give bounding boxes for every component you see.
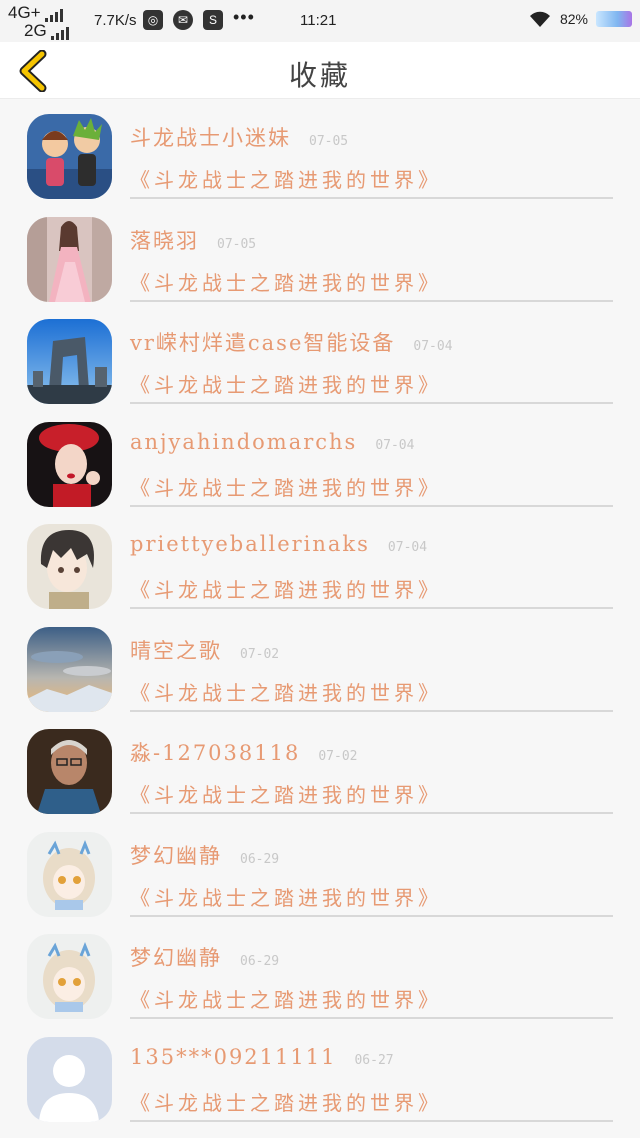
list-item[interactable]: 梦幻幽静 06-29 《斗龙战士之踏进我的世界》 xyxy=(0,818,640,921)
user-name: vr嵘村烊遣case智能设备 xyxy=(130,331,396,355)
list-item[interactable]: anjyahindomarchs 07-04 《斗龙战士之踏进我的世界》 xyxy=(0,408,640,511)
app-header: 收藏 xyxy=(0,42,640,99)
game-title: 《斗龙战士之踏进我的世界》 xyxy=(130,475,442,500)
anime-boy-avatar[interactable] xyxy=(27,524,112,609)
wifi-icon xyxy=(528,10,552,28)
clock: 11:21 xyxy=(300,12,337,29)
divider xyxy=(130,607,613,609)
red-hat-woman-avatar[interactable] xyxy=(27,421,112,507)
divider xyxy=(130,197,613,199)
divider xyxy=(130,709,613,712)
divider xyxy=(130,299,613,302)
network-speed: 7.7K/s xyxy=(94,12,137,29)
user-name: 晴空之歌 xyxy=(130,638,222,663)
s-app-icon: S xyxy=(203,10,223,30)
list-item[interactable]: 落晓羽 07-05 《斗龙战士之踏进我的世界》 xyxy=(0,203,640,306)
favorites-list: 斗龙战士小迷妹 07-05 《斗龙战士之踏进我的世界》 落晓羽 07-05 《斗龙战… xyxy=(0,100,640,1125)
divider xyxy=(130,402,613,404)
signal-bars-icon xyxy=(50,27,69,40)
sky-clouds-avatar[interactable] xyxy=(27,626,112,712)
list-item[interactable]: 135***09211111 06-27 《斗龙战士之踏进我的世界》 xyxy=(0,1023,640,1126)
divider xyxy=(130,812,613,814)
network-type-bottom: 2G xyxy=(24,21,47,40)
favorite-date: 06-27 xyxy=(354,1052,394,1068)
divider xyxy=(130,914,613,917)
list-item[interactable]: 斗龙战士小迷妹 07-05 《斗龙战士之踏进我的世界》 xyxy=(0,100,640,203)
user-name: anjyahindomarchs xyxy=(130,429,358,454)
battery-icon xyxy=(596,11,632,27)
network-type-top: 4G+ xyxy=(8,3,41,22)
user-name: 淼-127038118 xyxy=(130,741,301,765)
user-name: 梦幻幽静 xyxy=(130,843,222,868)
more-dots-icon: ••• xyxy=(233,6,255,27)
divider xyxy=(130,1119,613,1122)
game-title: 《斗龙战士之踏进我的世界》 xyxy=(130,270,442,295)
user-name: priettyeballerinaks xyxy=(130,532,370,556)
favorite-date: 07-04 xyxy=(387,540,428,555)
list-item[interactable]: 淼-127038118 07-02 《斗龙战士之踏进我的世界》 xyxy=(0,715,640,818)
anime-girl-avatar[interactable] xyxy=(27,831,112,917)
user-name: 落晓羽 xyxy=(130,228,199,253)
game-title: 《斗龙战士之踏进我的世界》 xyxy=(130,373,442,397)
divider xyxy=(130,1017,613,1019)
pink-dress-avatar[interactable] xyxy=(27,216,112,302)
wechat-icon: ✉ xyxy=(173,10,193,30)
user-name: 斗龙战士小迷妹 xyxy=(130,126,291,150)
anime-girl-avatar[interactable] xyxy=(27,934,112,1019)
favorite-date: 07-05 xyxy=(217,236,257,252)
favorite-date: 06-29 xyxy=(240,851,280,867)
favorite-date: 06-29 xyxy=(240,954,280,969)
network-indicator: 4G+ 2G xyxy=(8,4,69,40)
cartoon-characters-avatar[interactable] xyxy=(27,114,112,199)
status-bar: 4G+ 2G 7.7K/s ◎ ✉ S ••• 11:21 82% xyxy=(0,0,640,42)
game-title: 《斗龙战士之踏进我的世界》 xyxy=(130,988,442,1012)
favorite-date: 07-05 xyxy=(309,134,349,149)
browser-icon: ◎ xyxy=(143,10,163,30)
battery-level: 82% xyxy=(559,11,588,27)
default-person-avatar[interactable] xyxy=(27,1036,112,1122)
favorite-date: 07-04 xyxy=(375,437,415,453)
game-title: 《斗龙战士之踏进我的世界》 xyxy=(130,168,442,192)
game-title: 《斗龙战士之踏进我的世界》 xyxy=(130,783,442,807)
game-title: 《斗龙战士之踏进我的世界》 xyxy=(130,1090,442,1115)
list-item[interactable]: 晴空之歌 07-02 《斗龙战士之踏进我的世界》 xyxy=(0,613,640,716)
user-name: 135***09211111 xyxy=(130,1044,337,1069)
favorite-date: 07-04 xyxy=(413,339,453,354)
signal-bars-icon xyxy=(44,9,63,22)
list-item[interactable]: priettyeballerinaks 07-04 《斗龙战士之踏进我的世界》 xyxy=(0,510,640,613)
game-title: 《斗龙战士之踏进我的世界》 xyxy=(130,680,442,705)
favorite-date: 07-02 xyxy=(318,749,358,764)
old-man-avatar[interactable] xyxy=(27,729,112,814)
list-item[interactable]: vr嵘村烊遣case智能设备 07-04 《斗龙战士之踏进我的世界》 xyxy=(0,305,640,408)
divider xyxy=(130,504,613,507)
favorite-date: 07-02 xyxy=(240,646,280,662)
building-avatar[interactable] xyxy=(27,319,112,404)
game-title: 《斗龙战士之踏进我的世界》 xyxy=(130,885,442,910)
game-title: 《斗龙战士之踏进我的世界》 xyxy=(130,578,442,602)
list-item[interactable]: 梦幻幽静 06-29 《斗龙战士之踏进我的世界》 xyxy=(0,920,640,1023)
user-name: 梦幻幽静 xyxy=(130,946,222,970)
page-title: 收藏 xyxy=(288,59,351,92)
